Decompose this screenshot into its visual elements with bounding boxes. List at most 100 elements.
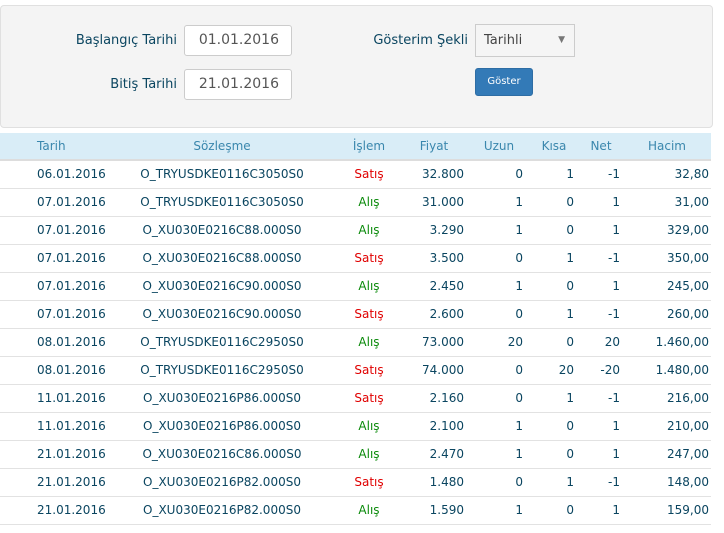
cell-transaction: Alış [358, 503, 380, 517]
cell-net: 1 [612, 447, 620, 461]
table-row: 07.01.2016 O_XU030E0216C90.000S0 Alış 2.450… [0, 272, 711, 301]
cell-price: 2.450 [429, 279, 464, 293]
show-button[interactable]: Göster [475, 68, 533, 96]
cell-short: 1 [566, 391, 574, 405]
cell-volume: 148,00 [667, 475, 709, 489]
cell-long: 0 [515, 363, 523, 377]
cell-price: 74.000 [422, 363, 464, 377]
cell-date: 07.01.2016 [37, 195, 106, 209]
cell-price: 2.600 [429, 307, 464, 321]
cell-date: 06.01.2016 [37, 167, 106, 181]
header-net[interactable]: Net [585, 133, 617, 159]
cell-volume: 247,00 [667, 447, 709, 461]
cell-date: 21.01.2016 [37, 503, 106, 517]
cell-transaction: Satış [354, 391, 384, 405]
cell-contract: O_XU030E0216P82.000S0 [143, 475, 301, 489]
chevron-down-icon: ▼ [558, 35, 565, 45]
cell-net: -1 [608, 307, 620, 321]
cell-net: -20 [600, 363, 620, 377]
cell-long: 1 [515, 195, 523, 209]
cell-net: 1 [612, 223, 620, 237]
table-row: 21.01.2016 O_XU030E0216P82.000S0 Satış 1.48… [0, 468, 711, 497]
cell-long: 20 [507, 335, 523, 349]
header-volume[interactable]: Hacim [640, 133, 694, 159]
table-row: 08.01.2016 O_TRYUSDKE0116C2950S0 Satış 74.0… [0, 356, 711, 385]
cell-transaction: Alış [358, 335, 380, 349]
table-row: 07.01.2016 O_XU030E0216C88.000S0 Satış 3.50… [0, 244, 711, 273]
cell-short: 1 [566, 167, 574, 181]
cell-price: 3.290 [429, 223, 464, 237]
cell-price: 3.500 [429, 251, 464, 265]
cell-contract: O_XU030E0216C90.000S0 [142, 307, 302, 321]
cell-transaction: Satış [354, 251, 384, 265]
cell-volume: 245,00 [667, 279, 709, 293]
cell-transaction: Alış [358, 447, 380, 461]
cell-long: 1 [515, 279, 523, 293]
cell-date: 21.01.2016 [37, 475, 106, 489]
cell-long: 0 [515, 307, 523, 321]
cell-short: 0 [566, 447, 574, 461]
header-transaction[interactable]: İşlem [340, 133, 398, 159]
header-long[interactable]: Uzun [474, 133, 524, 159]
cell-volume: 260,00 [667, 307, 709, 321]
cell-price: 1.590 [429, 503, 464, 517]
cell-transaction: Alış [358, 223, 380, 237]
cell-price: 31.000 [422, 195, 464, 209]
display-mode-value: Tarihli [484, 33, 523, 48]
cell-date: 08.01.2016 [37, 363, 106, 377]
cell-contract: O_XU030E0216P82.000S0 [143, 503, 301, 517]
cell-net: -1 [608, 251, 620, 265]
cell-transaction: Satış [354, 307, 384, 321]
cell-long: 1 [515, 503, 523, 517]
cell-long: 1 [515, 447, 523, 461]
cell-short: 20 [558, 363, 574, 377]
cell-volume: 159,00 [667, 503, 709, 517]
cell-long: 0 [515, 391, 523, 405]
header-short[interactable]: Kısa [534, 133, 574, 159]
cell-transaction: Satış [354, 475, 384, 489]
cell-short: 1 [566, 307, 574, 321]
cell-net: 1 [612, 279, 620, 293]
table-row: 07.01.2016 O_XU030E0216C90.000S0 Satış 2.60… [0, 300, 711, 329]
cell-net: 1 [612, 419, 620, 433]
display-mode-select[interactable]: Tarihli ▼ [475, 24, 575, 57]
cell-date: 11.01.2016 [37, 419, 106, 433]
cell-date: 11.01.2016 [37, 391, 106, 405]
table-header: Tarih Sözleşme İşlem Fiyat Uzun Kısa Net Hacim [0, 133, 711, 161]
cell-short: 0 [566, 279, 574, 293]
cell-price: 2.100 [429, 419, 464, 433]
cell-net: 1 [612, 503, 620, 517]
table-row: 11.01.2016 O_XU030E0216P86.000S0 Satış 2.16… [0, 384, 711, 413]
table-row: 21.01.2016 O_XU030E0216P82.000S0 Alış 1.590… [0, 496, 711, 525]
cell-volume: 32,80 [674, 167, 709, 181]
header-price[interactable]: Fiyat [405, 133, 463, 159]
cell-date: 07.01.2016 [37, 223, 106, 237]
cell-date: 08.01.2016 [37, 335, 106, 349]
cell-transaction: Satış [354, 167, 384, 181]
cell-net: -1 [608, 391, 620, 405]
table-row: 11.01.2016 O_XU030E0216P86.000S0 Alış 2.100… [0, 412, 711, 441]
cell-net: -1 [608, 167, 620, 181]
cell-long: 0 [515, 167, 523, 181]
cell-date: 21.01.2016 [37, 447, 106, 461]
cell-short: 0 [566, 223, 574, 237]
cell-long: 1 [515, 223, 523, 237]
filter-panel [0, 5, 713, 128]
cell-transaction: Alış [358, 279, 380, 293]
start-date-label: Başlangıç Tarihi [75, 33, 177, 48]
cell-date: 07.01.2016 [37, 279, 106, 293]
cell-volume: 329,00 [667, 223, 709, 237]
cell-transaction: Alış [358, 419, 380, 433]
display-mode-label: Gösterim Şekli [373, 33, 468, 48]
cell-price: 1.480 [429, 475, 464, 489]
start-date-input[interactable]: 01.01.2016 [184, 25, 292, 56]
end-date-label: Bitiş Tarihi [110, 77, 177, 92]
cell-volume: 1.460,00 [655, 335, 709, 349]
cell-net: -1 [608, 475, 620, 489]
table-row: 21.01.2016 O_XU030E0216C86.000S0 Alış 2.470… [0, 440, 711, 469]
header-contract[interactable]: Sözleşme [122, 133, 322, 159]
end-date-input[interactable]: 21.01.2016 [184, 69, 292, 100]
header-date[interactable]: Tarih [37, 133, 66, 159]
cell-short: 0 [566, 195, 574, 209]
cell-short: 0 [566, 503, 574, 517]
